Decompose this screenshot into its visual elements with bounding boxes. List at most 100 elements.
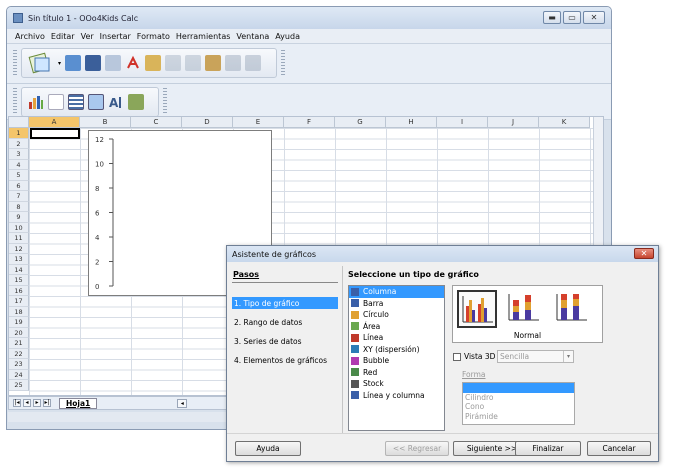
column-header[interactable]: H [386, 117, 437, 128]
row-header[interactable]: 18 [9, 306, 29, 317]
shape-item-cone[interactable]: Cono [463, 402, 574, 412]
row-header[interactable]: 15 [9, 275, 29, 286]
legend-icon[interactable] [88, 94, 104, 110]
row-header[interactable]: 16 [9, 285, 29, 296]
chart-type-item[interactable]: Área [349, 321, 444, 333]
column-header[interactable]: C [131, 117, 182, 128]
cancel-button[interactable]: Cancelar [587, 441, 651, 456]
row-header[interactable]: 10 [9, 222, 29, 233]
step-chart-elements[interactable]: 4. Elementos de gráficos [232, 354, 338, 366]
chart-area-icon[interactable] [48, 94, 64, 110]
vista3d-checkbox[interactable] [453, 352, 461, 361]
finish-button[interactable]: Finalizar [515, 441, 581, 456]
chart-type-item[interactable]: Barra [349, 298, 444, 310]
row-header[interactable]: 24 [9, 369, 29, 380]
step-data-series[interactable]: 3. Series de datos [232, 335, 338, 347]
text-scale-icon[interactable]: A [108, 94, 124, 110]
chart-type-item[interactable]: Red [349, 367, 444, 379]
dialog-close-button[interactable]: ✕ [634, 248, 654, 259]
shape-list[interactable]: Cilindro Cono Pirámide [462, 382, 575, 425]
row-header[interactable]: 20 [9, 327, 29, 338]
row-header[interactable]: 13 [9, 254, 29, 265]
row-header[interactable]: 9 [9, 212, 29, 223]
shape-item-pyramid[interactable]: Pirámide [463, 412, 574, 422]
menu-ver[interactable]: Ver [81, 32, 94, 41]
row-header[interactable]: 7 [9, 191, 29, 202]
new-dropdown-arrow-icon[interactable]: ▾ [58, 60, 61, 67]
vista3d-option[interactable]: Vista 3D [453, 352, 495, 361]
menu-herramientas[interactable]: Herramientas [176, 32, 231, 41]
row-header[interactable]: 6 [9, 180, 29, 191]
chart-type-item[interactable]: Línea y columna [349, 390, 444, 402]
row-header[interactable]: 23 [9, 359, 29, 370]
chart-type-item[interactable]: XY (dispersión) [349, 344, 444, 356]
row-header[interactable]: 22 [9, 348, 29, 359]
hscroll-left-button[interactable]: ◂ [177, 398, 188, 408]
shape-item-box[interactable] [463, 383, 574, 393]
menu-editar[interactable]: Editar [51, 32, 75, 41]
copy-icon[interactable] [185, 55, 202, 71]
row-header[interactable]: 19 [9, 317, 29, 328]
row-header[interactable]: 4 [9, 159, 29, 170]
new-document-icon[interactable] [28, 52, 54, 74]
column-header[interactable]: F [284, 117, 335, 128]
export-pdf-icon[interactable] [125, 55, 141, 71]
last-sheet-button[interactable]: ▸| [43, 399, 51, 407]
3d-look-select[interactable]: Sencilla ▾ [497, 350, 574, 363]
minimize-button[interactable]: ▬ [543, 11, 561, 24]
menu-ayuda[interactable]: Ayuda [275, 32, 300, 41]
row-header[interactable]: 25 [9, 380, 29, 391]
maximize-button[interactable]: ▭ [563, 11, 581, 24]
menu-archivo[interactable]: Archivo [15, 32, 45, 41]
row-header[interactable]: 11 [9, 233, 29, 244]
next-sheet-button[interactable]: ▸ [33, 399, 41, 407]
row-header[interactable]: 21 [9, 338, 29, 349]
menu-insertar[interactable]: Insertar [100, 32, 131, 41]
chart-toolbar-grip[interactable] [13, 88, 17, 114]
save-icon[interactable] [85, 55, 102, 71]
back-button[interactable]: << Regresar [385, 441, 449, 456]
data-table-icon[interactable] [68, 94, 84, 110]
toolbar-end-grip[interactable] [281, 50, 285, 76]
column-header[interactable]: J [488, 117, 539, 128]
chart-type-list[interactable]: Columna Barra Círculo Área Línea XY (dispersi… [348, 285, 445, 431]
menu-formato[interactable]: Formato [137, 32, 170, 41]
column-header[interactable]: E [233, 117, 284, 128]
step-chart-type[interactable]: 1. Tipo de gráfico [232, 297, 338, 309]
column-header[interactable]: D [182, 117, 233, 128]
chart-toolbar-end-grip[interactable] [163, 88, 167, 114]
paste-icon[interactable] [205, 55, 222, 71]
chart-type-item[interactable]: Línea [349, 332, 444, 344]
prev-sheet-button[interactable]: ◂ [23, 399, 31, 407]
edit-file-icon[interactable] [105, 55, 122, 71]
column-header[interactable]: G [335, 117, 386, 128]
column-header[interactable]: B [80, 117, 131, 128]
row-header[interactable]: 12 [9, 243, 29, 254]
menu-ventana[interactable]: Ventana [236, 32, 269, 41]
first-sheet-button[interactable]: |◂ [13, 399, 21, 407]
redo-icon[interactable] [245, 55, 262, 71]
chart-type-icon[interactable] [28, 94, 44, 110]
variant-normal[interactable] [457, 290, 497, 328]
sheet-tab-hoja1[interactable]: Hoja1 [59, 397, 98, 409]
chart-type-item[interactable]: Columna [349, 286, 444, 298]
help-button[interactable]: Ayuda [235, 441, 301, 456]
corner-cell[interactable] [9, 117, 29, 128]
column-header[interactable]: K [539, 117, 590, 128]
row-header[interactable]: 3 [9, 149, 29, 160]
row-header[interactable]: 5 [9, 170, 29, 181]
active-cell-a1[interactable] [30, 128, 80, 139]
close-window-button[interactable]: ✕ [583, 11, 605, 24]
chart-type-item[interactable]: Stock [349, 378, 444, 390]
toolbar-grip[interactable] [13, 50, 17, 76]
step-data-range[interactable]: 2. Rango de datos [232, 316, 338, 328]
auto-layout-icon[interactable] [128, 94, 144, 110]
cut-icon[interactable] [165, 55, 182, 71]
row-header[interactable]: 14 [9, 264, 29, 275]
print-icon[interactable] [145, 55, 162, 71]
column-header[interactable]: A [29, 117, 80, 128]
variant-stacked[interactable] [505, 290, 545, 328]
shape-item-cylinder[interactable]: Cilindro [463, 393, 574, 403]
row-header[interactable]: 17 [9, 296, 29, 307]
undo-icon[interactable] [225, 55, 242, 71]
